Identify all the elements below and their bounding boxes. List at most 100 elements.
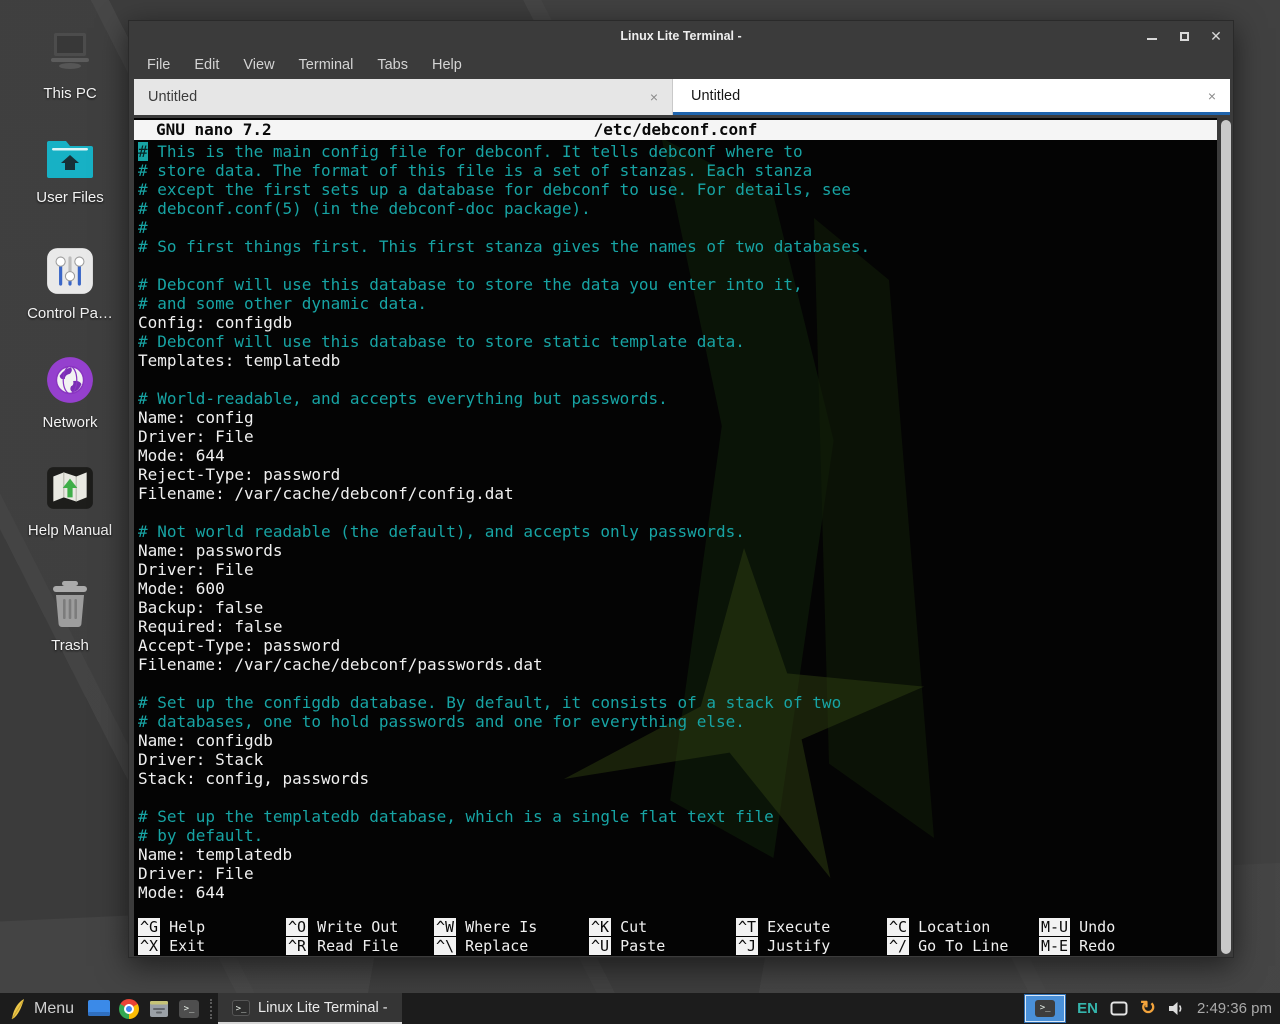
- file-manager-launcher[interactable]: [84, 993, 114, 1024]
- nano-shortcut-go-to-line[interactable]: ^/ Go To Line: [887, 937, 1037, 956]
- terminal-line: Stack: config, passwords: [138, 769, 1217, 788]
- desktop-icon-this-pc[interactable]: This PC: [10, 30, 130, 102]
- nano-shortcut-help[interactable]: ^G Help: [138, 918, 288, 937]
- terminal-line: Name: templatedb: [138, 845, 1217, 864]
- nano-shortcut-where-is[interactable]: ^W Where Is: [434, 918, 584, 937]
- desktop-icon-trash[interactable]: Trash: [10, 580, 130, 654]
- close-button[interactable]: ✕: [1209, 29, 1223, 43]
- desktop-icon-label: This PC: [10, 85, 130, 102]
- terminal-line: # So first things first. This first stan…: [138, 237, 1217, 256]
- nano-shortcut-exit[interactable]: ^X Exit: [138, 937, 288, 956]
- desktop-icon-label: Network: [10, 414, 130, 431]
- nano-shortcut-justify[interactable]: ^J Justify: [736, 937, 886, 956]
- terminal-line: # Set up the configdb database. By defau…: [138, 693, 1217, 712]
- terminal-line: Driver: File: [138, 427, 1217, 446]
- terminal-line: Mode: 600: [138, 579, 1217, 598]
- terminal-window: Linux Lite Terminal - ✕ File Edit View Term…: [128, 20, 1234, 958]
- window-title: Linux Lite Terminal -: [620, 29, 741, 43]
- start-menu-button[interactable]: Menu: [0, 993, 84, 1024]
- nano-shortcut-replace[interactable]: ^\ Replace: [434, 937, 584, 956]
- nano-shortcut-bar: ^G Help^X Exit^O Write Out^R Read File^W…: [134, 918, 1217, 956]
- terminal-line: #: [138, 218, 1217, 237]
- desktop-icon-user-files[interactable]: User Files: [10, 136, 130, 206]
- shortcut-column: ^O Write Out^R Read File: [286, 918, 436, 956]
- menu-help[interactable]: Help: [432, 57, 462, 73]
- menu-file[interactable]: File: [147, 57, 170, 73]
- menu-terminal[interactable]: Terminal: [299, 57, 354, 73]
- terminal-line: # and some other dynamic data.: [138, 294, 1217, 313]
- desktop-icon-control-panel[interactable]: Control Pa…: [10, 246, 130, 322]
- window-titlebar[interactable]: Linux Lite Terminal - ✕: [129, 21, 1233, 51]
- nano-shortcut-execute[interactable]: ^T Execute: [736, 918, 886, 937]
- terminal-line: # databases, one to hold passwords and o…: [138, 712, 1217, 731]
- menu-tabs[interactable]: Tabs: [377, 57, 408, 73]
- archive-icon: [149, 999, 169, 1019]
- tab-untitled-1[interactable]: Untitled ×: [134, 79, 673, 115]
- terminal-line: Filename: /var/cache/debconf/passwords.d…: [138, 655, 1217, 674]
- terminal-line: [138, 370, 1217, 389]
- terminal-screen[interactable]: GNU nano 7.2 /etc/debconf.conf # This is…: [134, 118, 1217, 956]
- shortcut-column: ^T Execute^J Justify: [736, 918, 886, 956]
- taskbar-separator: [210, 999, 212, 1019]
- user-files-folder-icon: [45, 136, 95, 180]
- nano-shortcut-redo[interactable]: M-E Redo: [1039, 937, 1189, 956]
- control-panel-icon: [45, 246, 95, 296]
- terminal-line: [138, 788, 1217, 807]
- terminal-line: Driver: File: [138, 560, 1217, 579]
- task-button-terminal[interactable]: >_ Linux Lite Terminal -: [218, 993, 402, 1024]
- volume-icon[interactable]: [1168, 1001, 1185, 1016]
- terminal-line: Accept-Type: password: [138, 636, 1217, 655]
- terminal-line: Mode: 644: [138, 883, 1217, 902]
- menu-view[interactable]: View: [243, 57, 274, 73]
- linux-lite-feather-icon: [10, 998, 26, 1020]
- nano-shortcut-write-out[interactable]: ^O Write Out: [286, 918, 436, 937]
- system-tray: >_ EN ↻ 2:49:36 pm: [1025, 993, 1280, 1024]
- tray-terminal-button[interactable]: >_: [1025, 995, 1065, 1022]
- terminal-line: Reject-Type: password: [138, 465, 1217, 484]
- tab-bar: Untitled × Untitled ×: [134, 79, 1230, 115]
- taskbar: Menu >_ >_ Linux Lite Terminal - >_ EN: [0, 993, 1280, 1024]
- nano-shortcut-cut[interactable]: ^K Cut: [589, 918, 739, 937]
- desktop-icon-label: Help Manual: [10, 522, 130, 539]
- terminal-line: Driver: File: [138, 864, 1217, 883]
- terminal-launcher[interactable]: >_: [174, 993, 204, 1024]
- tab-untitled-2[interactable]: Untitled ×: [673, 79, 1230, 115]
- trash-icon: [47, 580, 93, 628]
- nano-shortcut-undo[interactable]: M-U Undo: [1039, 918, 1189, 937]
- nano-shortcut-read-file[interactable]: ^R Read File: [286, 937, 436, 956]
- window-tray-icon[interactable]: [1110, 1001, 1128, 1016]
- chrome-launcher[interactable]: [114, 993, 144, 1024]
- tab-label: Untitled: [148, 89, 197, 105]
- terminal-line: Mode: 644: [138, 446, 1217, 465]
- nano-buffer: # This is the main config file for debco…: [138, 142, 1217, 902]
- desktop-icon-label: User Files: [10, 189, 130, 206]
- terminal-line: [138, 256, 1217, 275]
- terminal-scrollbar[interactable]: [1221, 120, 1231, 954]
- shortcut-column: ^W Where Is^\ Replace: [434, 918, 584, 956]
- nano-shortcut-paste[interactable]: ^U Paste: [589, 937, 739, 956]
- minimize-button[interactable]: [1145, 29, 1159, 43]
- menu-label: Menu: [34, 1000, 74, 1018]
- desktop-icon-label: Trash: [10, 637, 130, 654]
- terminal-line: # debconf.conf(5) (in the debconf-doc pa…: [138, 199, 1217, 218]
- chrome-icon: [119, 999, 139, 1019]
- nano-titlebar: GNU nano 7.2 /etc/debconf.conf: [134, 120, 1217, 140]
- tab-close-icon[interactable]: ×: [1208, 88, 1216, 104]
- menu-edit[interactable]: Edit: [194, 57, 219, 73]
- desktop-icon-label: Control Pa…: [10, 305, 130, 322]
- language-indicator[interactable]: EN: [1077, 1000, 1098, 1017]
- nano-shortcut-location[interactable]: ^C Location: [887, 918, 1037, 937]
- terminal-line: # store data. The format of this file is…: [138, 161, 1217, 180]
- tab-close-icon[interactable]: ×: [650, 89, 658, 105]
- desktop-icon-help-manual[interactable]: Help Manual: [10, 463, 130, 539]
- network-globe-icon: [45, 355, 95, 405]
- terminal-line: Filename: /var/cache/debconf/config.dat: [138, 484, 1217, 503]
- archive-manager-launcher[interactable]: [144, 993, 174, 1024]
- terminal-icon: >_: [1035, 1000, 1055, 1017]
- update-notifier-icon[interactable]: ↻: [1140, 999, 1156, 1018]
- desktop-icon-network[interactable]: Network: [10, 355, 130, 431]
- maximize-button[interactable]: [1177, 29, 1191, 43]
- terminal-line: # Not world readable (the default), and …: [138, 522, 1217, 541]
- shortcut-column: M-U UndoM-E Redo: [1039, 918, 1189, 956]
- terminal-line: Name: passwords: [138, 541, 1217, 560]
